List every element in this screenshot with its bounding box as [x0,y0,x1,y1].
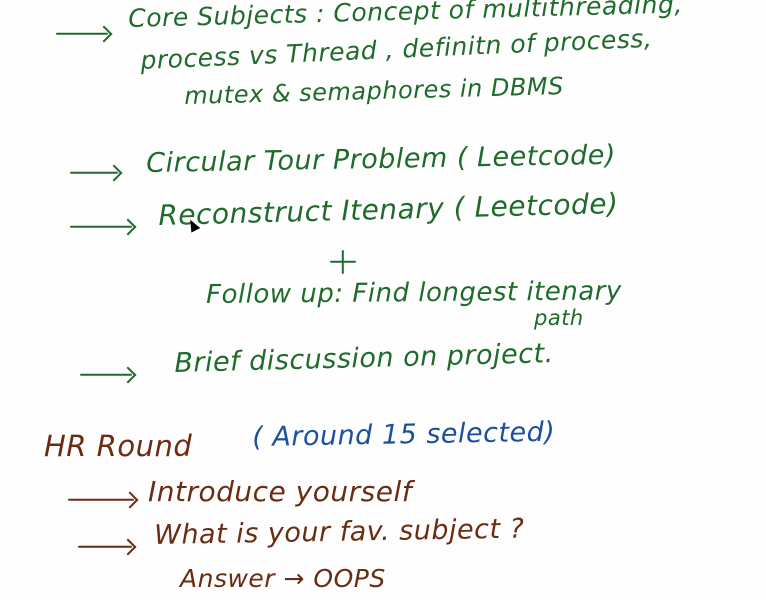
follow-up-line1: Follow up: Find longest itenary [205,276,622,310]
core-subjects-line2: process vs Thread , definitn of process, [139,23,653,75]
hr-round-selection-note: ( Around 15 selected) [251,416,556,453]
core-subjects-line3: mutex & semaphores in DBMS [183,72,565,110]
reconstruct-itinerary: Reconstruct Itenary ( Leetcode) [157,186,619,232]
right-arrow-icon [70,164,123,182]
hr-answer: Answer → OOPS [180,564,386,593]
right-arrow-icon [80,366,137,384]
plus-icon [330,250,356,274]
hr-round-title: HR Round [44,429,193,463]
circular-tour-problem: Circular Tour Problem ( Leetcode) [145,139,617,179]
right-arrow-icon [68,491,139,509]
right-arrow-icon [56,25,113,43]
whiteboard-canvas: Core Subjects : Concept of multithreadin… [0,0,766,600]
follow-up-line2: path [534,306,584,330]
right-arrow-icon [78,538,137,556]
hr-item-fav-subject: What is your fav. subject ? [153,513,525,551]
brief-discussion: Brief discussion on project. [173,338,555,379]
hr-item-introduce: Introduce yourself [148,475,413,508]
right-arrow-icon [70,218,137,236]
